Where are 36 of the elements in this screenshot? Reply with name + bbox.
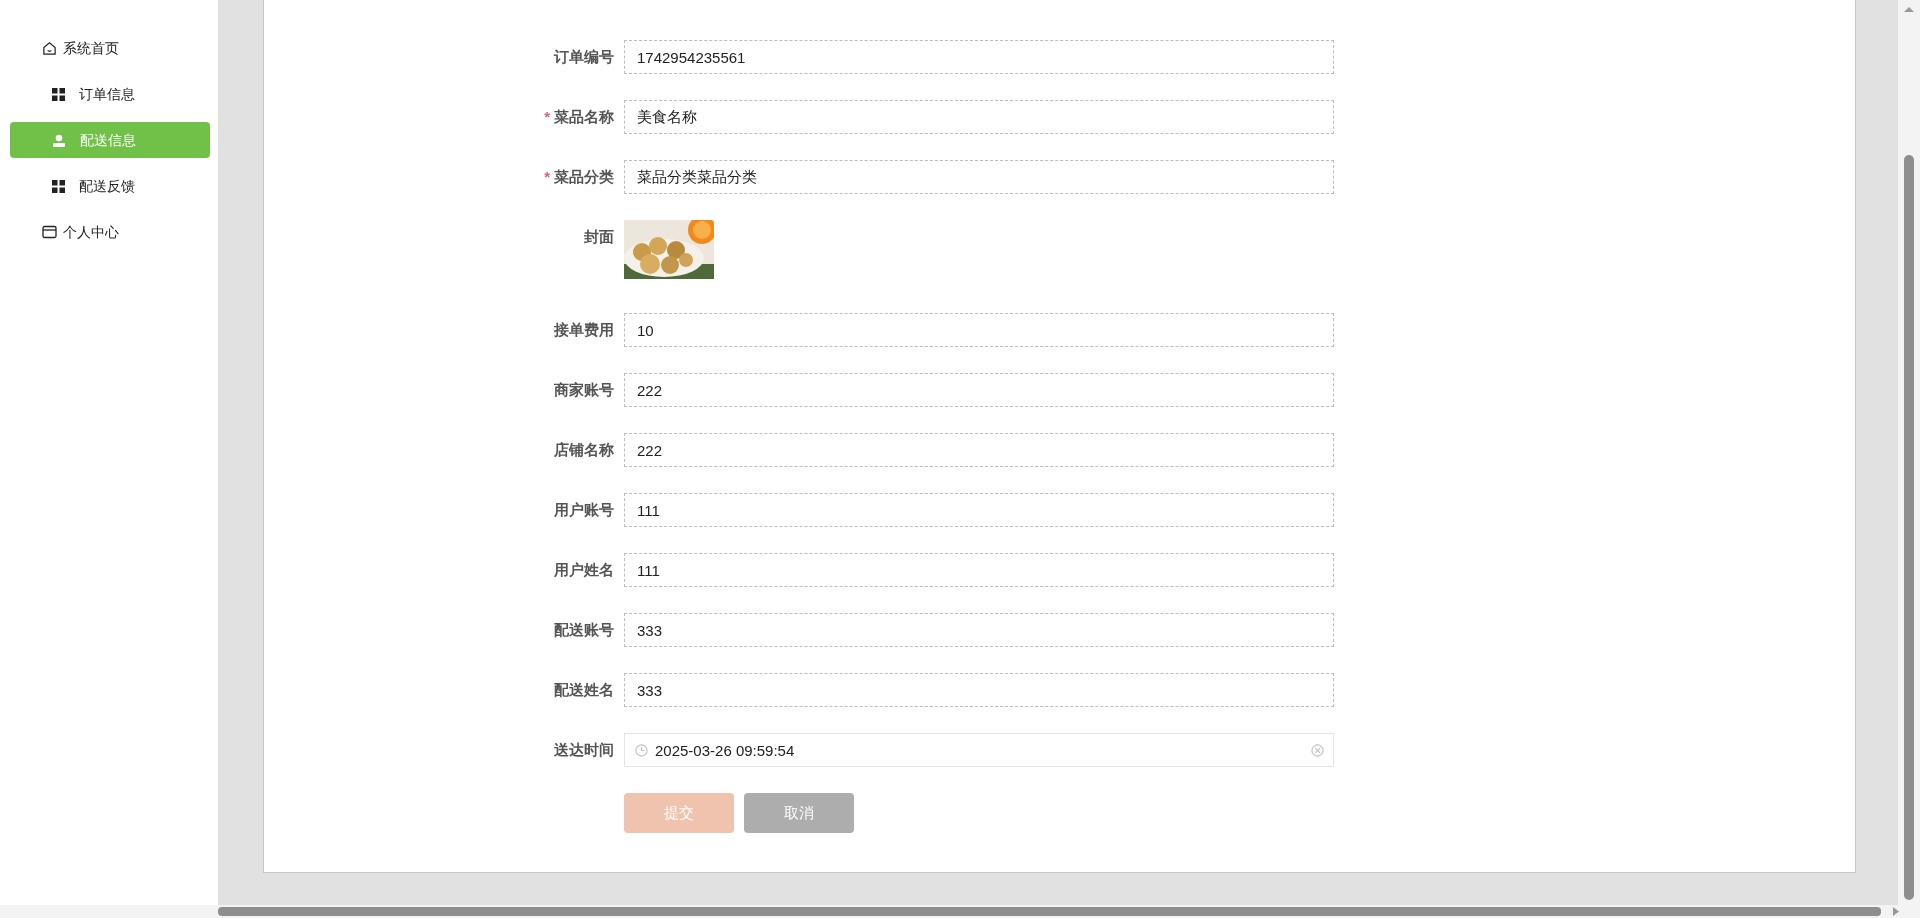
- input-field[interactable]: 333: [624, 673, 1334, 707]
- field-label: 用户账号: [554, 500, 614, 518]
- input-field[interactable]: 10: [624, 313, 1334, 347]
- field-label: 配送账号: [554, 620, 614, 638]
- person-icon: [52, 133, 66, 147]
- grid-icon: [52, 179, 65, 193]
- input-field[interactable]: 1742954235561: [624, 40, 1334, 74]
- clear-icon[interactable]: [1311, 744, 1324, 757]
- sidebar-item[interactable]: 个人中心: [10, 214, 210, 250]
- required-mark: *: [544, 107, 550, 125]
- sidebar-item[interactable]: 系统首页: [10, 30, 210, 66]
- input-field[interactable]: 111: [624, 493, 1334, 527]
- field-label: 菜品分类: [554, 167, 614, 185]
- field-label: 配送姓名: [554, 680, 614, 698]
- field-label: 接单费用: [554, 320, 614, 338]
- input-field[interactable]: 222: [624, 373, 1334, 407]
- field-label: 封面: [584, 228, 614, 245]
- input-field[interactable]: 菜品分类菜品分类: [624, 160, 1334, 194]
- home-icon: [42, 40, 57, 56]
- clock-icon: [635, 744, 648, 757]
- input-field[interactable]: 333: [624, 613, 1334, 647]
- sidebar-item[interactable]: 配送反馈: [10, 168, 210, 204]
- field-label: 订单编号: [554, 47, 614, 65]
- field-label: 送达时间: [554, 740, 614, 758]
- input-field[interactable]: 111: [624, 553, 1334, 587]
- field-label: 店铺名称: [554, 440, 614, 458]
- input-field[interactable]: 美食名称: [624, 100, 1334, 134]
- required-mark: *: [544, 167, 550, 185]
- field-label: 商家账号: [554, 380, 614, 398]
- field-label: 用户姓名: [554, 560, 614, 578]
- grid-icon: [52, 87, 65, 101]
- card-icon: [42, 225, 57, 239]
- input-field[interactable]: 222: [624, 433, 1334, 467]
- date-field[interactable]: 2025-03-26 09:59:54: [624, 733, 1334, 767]
- field-label: 菜品名称: [554, 107, 614, 125]
- sidebar-item[interactable]: 订单信息: [10, 76, 210, 112]
